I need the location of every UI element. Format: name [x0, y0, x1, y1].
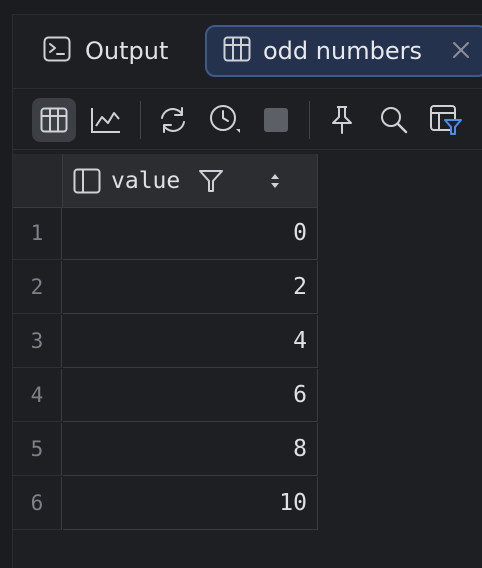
filter-icon[interactable] — [198, 168, 224, 194]
table-row[interactable]: 3 4 — [13, 315, 318, 368]
column-icon — [73, 168, 101, 194]
toolbar-separator — [309, 101, 310, 139]
toolbar-separator — [140, 101, 141, 139]
row-number: 2 — [13, 261, 62, 314]
column-name: value — [111, 167, 181, 194]
tab-odd-numbers-label: odd numbers — [263, 37, 422, 65]
table-row[interactable]: 4 6 — [13, 369, 318, 422]
table-row[interactable]: 1 0 — [13, 207, 318, 260]
stop-icon[interactable] — [254, 98, 298, 142]
toolbar — [13, 88, 482, 150]
cell-value[interactable]: 4 — [63, 315, 318, 368]
cell-value[interactable]: 10 — [63, 477, 318, 530]
cell-value[interactable]: 8 — [63, 423, 318, 476]
close-icon[interactable] — [450, 39, 472, 61]
tab-bar: Output odd numbers — [13, 15, 482, 87]
sort-icon[interactable] — [268, 171, 282, 191]
table-row[interactable]: 2 2 — [13, 261, 318, 314]
cell-value[interactable]: 2 — [63, 261, 318, 314]
tab-odd-numbers[interactable]: odd numbers — [205, 25, 482, 77]
search-icon[interactable] — [372, 98, 416, 142]
cell-value[interactable]: 0 — [63, 207, 318, 260]
left-gutter — [0, 14, 13, 568]
table-icon — [223, 36, 251, 66]
table-row[interactable]: 5 8 — [13, 423, 318, 476]
cell-value[interactable]: 6 — [63, 369, 318, 422]
chart-view-icon[interactable] — [84, 98, 128, 142]
row-number: 5 — [13, 423, 62, 476]
history-icon[interactable] — [203, 98, 247, 142]
row-number: 3 — [13, 315, 62, 368]
refresh-icon[interactable] — [151, 98, 195, 142]
table-view-icon[interactable] — [32, 98, 76, 142]
column-header-value[interactable]: value — [63, 154, 318, 208]
filter-table-icon[interactable] — [424, 98, 468, 142]
top-strip — [0, 0, 482, 15]
console-icon — [43, 36, 71, 66]
tab-output-label: Output — [85, 37, 169, 65]
row-number: 4 — [13, 369, 62, 422]
tab-output[interactable]: Output — [43, 25, 168, 77]
row-number: 6 — [13, 477, 62, 530]
row-number: 1 — [13, 207, 62, 260]
table-row[interactable]: 6 10 — [13, 477, 318, 530]
row-header-corner — [13, 154, 63, 208]
pin-icon[interactable] — [320, 98, 364, 142]
